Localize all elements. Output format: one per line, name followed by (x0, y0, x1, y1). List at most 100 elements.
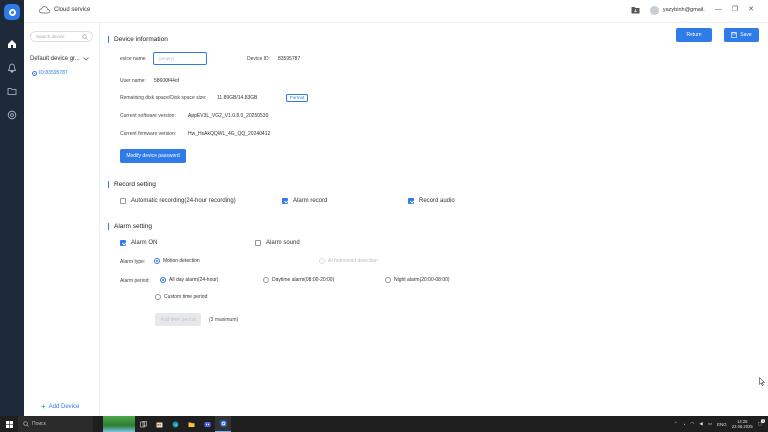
motion-detection-radio[interactable]: Motion detection (154, 258, 200, 264)
volume-icon[interactable]: ◀ (699, 421, 702, 427)
save-button[interactable]: Save (724, 28, 759, 42)
motion-detection-label: Motion detection (163, 258, 200, 264)
wifi-icon[interactable]: ◠ (690, 421, 694, 427)
checkbox-checked-icon (120, 240, 126, 246)
discord-icon[interactable] (199, 416, 215, 432)
disk-space-value: 11.89GB/14.83GB (217, 95, 258, 101)
app-title: Cloud service (54, 7, 91, 13)
automatic-recording-label: Automatic recording(24-hour recording) (131, 198, 236, 204)
device-status-icon (32, 70, 37, 76)
search-placeholder: Search device (36, 34, 65, 39)
add-time-period-button: Add time period (155, 313, 201, 326)
clock[interactable]: 14:25 22.06.2025 (732, 419, 753, 429)
device-name-input[interactable]: (empty) (153, 52, 207, 65)
ai-humanoid-detection-label: AI humanoid detection (328, 258, 378, 264)
modify-password-label: Modify device password (126, 153, 180, 159)
folder-icon[interactable] (5, 84, 19, 98)
record-setting-heading: Record setting (108, 181, 156, 188)
firmware-version-value: Hw_HsAkQQWL_4G_QQ_20240412 (188, 131, 271, 137)
search-highlight-image[interactable] (103, 416, 135, 432)
software-version-value: AppEV3L_VG2_V1.0.8.0_20250530 (188, 113, 269, 119)
search-icon (23, 421, 29, 427)
all-day-alarm-radio[interactable]: All day alarm(24-hour) (160, 277, 218, 283)
device-group[interactable]: Default device gr... (30, 56, 89, 62)
chevron-up-icon[interactable]: ⌃ (674, 421, 678, 427)
battery-icon[interactable]: ▭ (708, 421, 712, 427)
user-name-label: User name: (120, 78, 146, 84)
folder-download-icon[interactable] (631, 6, 640, 14)
close-button[interactable]: ✕ (748, 5, 754, 15)
save-icon (731, 32, 738, 38)
windows-logo-icon (5, 420, 13, 428)
night-alarm-label: Night alarm(20:00-08:00) (394, 277, 450, 283)
checkbox-unchecked-icon (255, 240, 261, 246)
device-id-field-label: Device ID: (247, 56, 271, 62)
taskbar-search-text: Поиск (32, 421, 46, 427)
add-time-period-label: Add time period (160, 316, 196, 323)
radio-unselected-icon (155, 294, 161, 300)
format-button[interactable]: Format (286, 94, 309, 102)
alarm-period-label: Alarm period: (120, 278, 150, 284)
bell-icon[interactable] (5, 61, 19, 75)
file-explorer-icon[interactable] (183, 416, 199, 432)
cloud-service-header[interactable]: Cloud service (39, 6, 90, 14)
windows-start-button[interactable] (0, 416, 18, 432)
software-version-label: Current software version: (120, 113, 176, 119)
home-icon[interactable] (5, 37, 19, 51)
daytime-alarm-radio[interactable]: Daytime alarm(08:00-20:00) (263, 277, 334, 283)
avatar (649, 5, 659, 15)
app-logo-icon (4, 4, 20, 20)
device-id-label: ID:83595787 (39, 70, 68, 76)
store-icon[interactable] (151, 416, 167, 432)
alarm-on-label: Alarm ON (131, 240, 158, 246)
plus-icon: + (41, 402, 46, 411)
add-device-button[interactable]: + Add Device (41, 402, 80, 411)
alarm-on-checkbox[interactable]: Alarm ON (120, 240, 157, 246)
user-account[interactable]: yazybinh@gmail. (649, 5, 705, 15)
return-label: Return (686, 32, 702, 38)
taskbar-search-box[interactable]: Поиск (18, 416, 93, 432)
checkbox-checked-icon (408, 198, 414, 204)
automatic-recording-checkbox[interactable]: Automatic recording(24-hour recording) (120, 198, 236, 204)
notification-icon[interactable]: ▢ 3 (758, 419, 765, 427)
custom-time-period-label: Custom time period (164, 294, 208, 300)
night-alarm-radio[interactable]: Night alarm(20:00-08:00) (385, 277, 450, 283)
search-device-input[interactable]: Search device (30, 31, 93, 42)
record-audio-checkbox[interactable]: Record audio (408, 198, 455, 204)
custom-time-period-radio[interactable]: Custom time period (155, 294, 207, 300)
radio-unselected-icon (263, 277, 269, 283)
save-label: Save (740, 32, 752, 38)
firmware-version-label: Current firmware version: (120, 131, 177, 137)
system-tray: ⌃ ◔ ◠ ◀ ▭ ENG 14:25 22.06.2025 ▢ 3 (674, 416, 768, 432)
chevron-down-icon (82, 57, 89, 61)
modify-password-button[interactable]: Modify device password (120, 149, 186, 163)
alarm-setting-heading: Alarm setting (108, 223, 152, 230)
minimize-button[interactable]: — (715, 5, 722, 15)
edge-browser-icon[interactable] (167, 416, 183, 432)
radio-unselected-icon (385, 277, 391, 283)
daytime-alarm-label: Daytime alarm(08:00-20:00) (272, 277, 335, 283)
return-button[interactable]: Return (676, 28, 712, 42)
taskbar: Поиск ⌃ ◔ ◠ ◀ ▭ ENG 14:25 22.06.2025 ▢ 3 (0, 416, 768, 432)
device-list-item[interactable]: ID:83595787 (32, 70, 68, 76)
device-name-label: evice name (120, 56, 146, 62)
task-view-icon[interactable] (135, 416, 151, 432)
maximize-button[interactable]: ❐ (732, 5, 738, 15)
cloud-service-taskbar-icon[interactable] (215, 416, 231, 432)
radio-selected-icon (154, 258, 160, 264)
ai-humanoid-detection-radio: AI humanoid detection (319, 258, 378, 264)
network-icon[interactable]: ◔ (683, 422, 686, 427)
radio-selected-icon (160, 277, 166, 283)
clock-date: 22.06.2025 (731, 424, 753, 429)
disk-space-label: Remaining disk space/Disk space size: (120, 95, 207, 101)
checkbox-checked-icon (282, 198, 288, 204)
record-icon[interactable] (5, 108, 19, 122)
record-audio-label: Record audio (419, 198, 455, 204)
add-device-label: Add Device (48, 404, 80, 410)
language-indicator[interactable]: ENG (717, 422, 727, 427)
user-email: yazybinh@gmail. (662, 7, 705, 13)
alarm-record-checkbox[interactable]: Alarm record (282, 198, 327, 204)
device-panel: Search device Default device gr... ID:83… (24, 23, 100, 416)
radio-disabled-icon (319, 258, 325, 264)
alarm-sound-checkbox[interactable]: Alarm sound (255, 240, 300, 246)
